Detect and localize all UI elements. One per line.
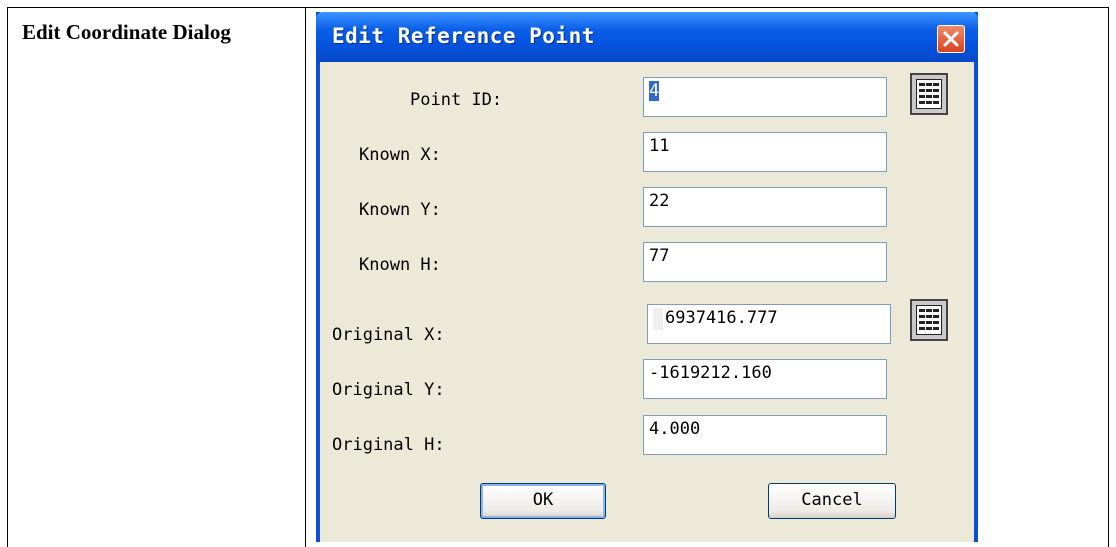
list-icon [916, 79, 942, 109]
original-x-field[interactable]: 6937416.777 [647, 304, 891, 344]
original-h-field[interactable]: 4.000 [643, 415, 887, 455]
dialog-title-bar[interactable]: Edit Reference Point [316, 12, 978, 62]
table-column-divider [305, 8, 306, 547]
known-y-label: Known Y: [359, 200, 441, 220]
field-caret [653, 308, 663, 330]
document-caption: Edit Coordinate Dialog [22, 20, 231, 44]
close-button[interactable] [937, 25, 965, 53]
known-x-field[interactable]: 11 [643, 132, 887, 172]
cancel-button[interactable]: Cancel [768, 483, 896, 519]
original-y-label: Original Y: [332, 380, 445, 400]
original-x-label: Original X: [332, 325, 445, 345]
known-x-label: Known X: [359, 145, 441, 165]
original-y-field[interactable]: -1619212.160 [643, 359, 887, 399]
point-id-field[interactable]: 4 [643, 77, 887, 117]
known-y-field[interactable]: 22 [643, 187, 887, 227]
original-h-label: Original H: [332, 435, 445, 455]
point-list-button[interactable] [910, 73, 948, 115]
ok-button[interactable]: OK [480, 483, 606, 519]
list-icon [916, 305, 942, 335]
coordinate-list-button[interactable] [910, 299, 948, 341]
point-id-value: 4 [649, 81, 660, 101]
close-icon [943, 31, 959, 47]
dialog-title: Edit Reference Point [332, 24, 595, 48]
original-x-value: 6937416.777 [665, 308, 778, 328]
known-h-label: Known H: [359, 255, 441, 275]
edit-reference-point-dialog: Edit Reference Point Point ID: 4 Known X… [316, 12, 978, 542]
known-h-field[interactable]: 77 [643, 242, 887, 282]
point-id-label: Point ID: [410, 90, 503, 110]
